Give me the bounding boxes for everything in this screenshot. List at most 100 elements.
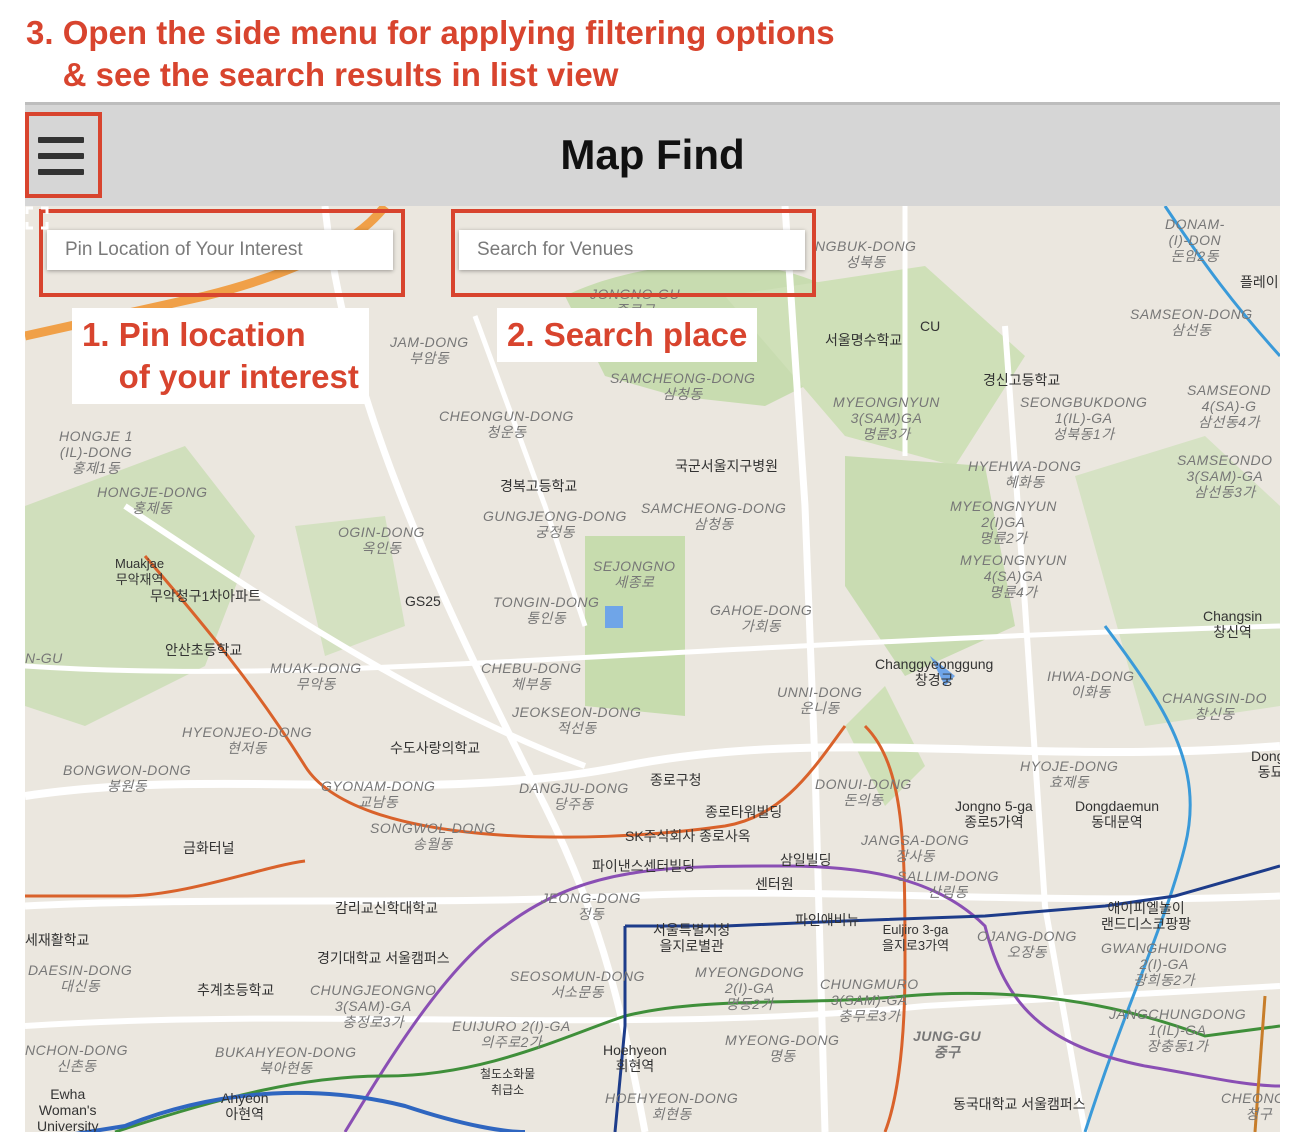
map-label: 세재활학교 — [25, 932, 90, 948]
map-label: Jongno 5-ga 종로5가역 — [955, 798, 1033, 830]
map-label: Changsin 창신역 — [1203, 608, 1263, 640]
map-label: Ewha Woman's University — [37, 1086, 99, 1132]
map-label: 감리교신학대학교 — [335, 900, 439, 916]
map-label: 금화터널 — [183, 840, 235, 856]
map-label: HOEHYEON-DONG 회현동 — [605, 1090, 739, 1122]
map-label: CHUNGMURO 3(SAM)-GA 충무로3가 — [820, 976, 919, 1024]
map-label: GWANGHUIDONG 2(I)-GA 광희동2가 — [1101, 940, 1228, 988]
map-label: SALLIM-DONG 산림동 — [897, 868, 999, 900]
map-label: 동국대학교 서울캠퍼스 — [953, 1096, 1086, 1112]
map-label: Muakjae 무악재역 — [115, 556, 165, 587]
map-label: GUNGJEONG-DONG 궁정동 — [483, 508, 627, 540]
map-label: CHEONGUN-DONG 청운동 — [439, 408, 574, 440]
map-label: 애이피엘놀이 랜드디스코팡팡 — [1101, 900, 1192, 932]
map-label: Changgyeonggung 창경궁 — [875, 656, 994, 688]
map-label: HONGJE-DONG 홍제동 — [97, 484, 208, 516]
map-label: 플레이 — [1240, 274, 1279, 290]
fullscreen-icon[interactable] — [25, 206, 49, 230]
pin-location-input[interactable] — [47, 230, 393, 270]
map-label: MYEONGNYUN 3(SAM)GA 명륜3가 — [833, 394, 940, 442]
map-label: IHWA-DONG 이화동 — [1047, 668, 1135, 700]
map-label: 무악청구1차아파트 — [150, 588, 261, 604]
map-label: DAESIN-DONG 대신동 — [28, 962, 133, 994]
map-label: SEJONGNO 세종로 — [593, 558, 676, 590]
map-label: JEONG-DONG 정동 — [541, 890, 641, 922]
map-label: DONUI-DONG 돈의동 — [815, 776, 912, 808]
map-label: N-GU — [25, 650, 63, 666]
app-bar: Map Find — [25, 102, 1280, 206]
map-view[interactable]: DONAM- (I)-DON 돈암2동 NGBUK-DONG 성북동 플레이 C… — [25, 206, 1280, 1132]
map-label: JAM-DONG 부암동 — [390, 334, 469, 366]
map-label: CU — [920, 318, 941, 334]
map-label: CHEONGG 청구 — [1221, 1090, 1280, 1122]
app-window: DONAM- (I)-DON 돈암2동 NGBUK-DONG 성북동 플레이 C… — [25, 102, 1280, 1132]
map-label: JEOKSEON-DONG 적선동 — [512, 704, 642, 736]
map-label: 수도사랑의학교 — [390, 740, 481, 756]
instruction-caption: 3. Open the side menu for applying filte… — [26, 14, 835, 93]
map-label: 추계초등학교 — [197, 982, 275, 998]
map-label: 서울특별시청 을지로별관 — [653, 922, 731, 954]
map-label: SEOSOMUN-DONG 서소문동 — [510, 968, 645, 1000]
map-label: SAMSEOND 4(SA)-G 삼선동4가 — [1187, 382, 1272, 430]
map-label: DONAM- (I)-DON 돈암2동 — [1165, 216, 1225, 264]
map-label: BUKAHYEON-DONG 북아현동 — [215, 1044, 357, 1076]
map-label: 철도소화물 취급소 — [480, 1067, 536, 1097]
map-label: DANGJU-DONG 당주동 — [519, 780, 629, 812]
map-label: CHANGSIN-DO 창신동 — [1162, 690, 1268, 722]
map-label: 국군서울지구병원 — [675, 458, 779, 474]
map-label: SAMSEON-DONG 삼선동 — [1130, 306, 1253, 338]
map-label: SAMCHEONG-DONG 삼청동 — [610, 370, 756, 402]
menu-highlight — [25, 112, 102, 198]
venue-search-input[interactable] — [459, 230, 805, 270]
map-label: EUIJURO 2(I)-GA 의주로2가 — [452, 1018, 571, 1050]
map-label: HYEONJEO-DONG 현저동 — [182, 724, 313, 756]
map-label: MYEONG-DONG 명동 — [725, 1032, 840, 1064]
map-label: Dongmy 동묘앞 — [1251, 748, 1280, 780]
map-label: Ahyeon 아현역 — [221, 1090, 269, 1122]
map-label: 삼일빌딩 — [780, 852, 832, 868]
map-label: SK주식회사 종로사옥 — [625, 828, 751, 844]
map-label: SAMSEONDO 3(SAM)-GA 삼선동3가 — [1177, 452, 1273, 500]
map-label: BONGWON-DONG 봉원동 — [63, 762, 192, 794]
map-label: 안산초등학교 — [165, 642, 243, 658]
map-label: JUNG-GU 중구 — [913, 1028, 982, 1060]
map-label: Dongdaemun 동대문역 — [1075, 798, 1160, 830]
map-label: 경기대학교 서울캠퍼스 — [317, 950, 450, 966]
map-label: JANGCHUNGDONG 1(IL)-GA 장충동1가 — [1109, 1006, 1247, 1054]
map-label: NGBUK-DONG 성북동 — [815, 238, 917, 270]
map-label: GS25 — [405, 593, 441, 609]
map-label: 파이낸스센터빌딩 — [592, 858, 696, 874]
search-callout: 2. Search place — [497, 308, 758, 362]
map-label: 종로타워빌딩 — [705, 804, 783, 820]
map-label: OJANG-DONG 오장동 — [977, 928, 1077, 960]
map-label: HYEHWA-DONG 혜화동 — [968, 458, 1082, 490]
map-label: 센터원 — [755, 876, 794, 892]
map-label: CHEBU-DONG 체부동 — [481, 660, 582, 692]
map-label: 서울명수학교 — [825, 332, 903, 348]
map-label: HYOJE-DONG 효제동 — [1020, 758, 1119, 790]
map-label: NCHON-DONG 신촌동 — [25, 1042, 128, 1074]
map-label: UNNI-DONG 운니동 — [777, 684, 863, 716]
map-label: Hoehyeon 회현역 — [603, 1042, 667, 1074]
map-label: MYEONGDONG 2(I)-GA 명동2가 — [695, 964, 805, 1012]
map-label: 경신고등학교 — [983, 372, 1061, 388]
map-label: 경복고등학교 — [500, 478, 578, 494]
map-label: SONGWOL-DONG 송월동 — [370, 820, 496, 852]
map-label: MYEONGNYUN 4(SA)GA 명륜4가 — [960, 552, 1067, 600]
map-label: MUAK-DONG 무악동 — [270, 660, 362, 692]
map-label: OGIN-DONG 옥인동 — [338, 524, 425, 556]
map-label: SAMCHEONG-DONG 삼청동 — [641, 500, 787, 532]
map-label: 종로구청 — [650, 772, 702, 788]
map-label: TONGIN-DONG 통인동 — [493, 594, 600, 626]
map-label: GYONAM-DONG 교남동 — [321, 778, 436, 810]
map-label: CHUNGJEONGNO 3(SAM)-GA 충정로3가 — [310, 982, 437, 1030]
map-label: 파인애비뉴 — [795, 912, 860, 928]
map-label: JANGSA-DONG 장사동 — [861, 832, 970, 864]
pin-callout: 1. Pin location of your interest — [72, 308, 369, 404]
map-label: MYEONGNYUN 2(I)GA 명륜2가 — [950, 498, 1057, 546]
map-label: Euljiro 3-ga 을지로3가역 — [882, 922, 950, 953]
map-label: HONGJE 1 (IL)-DONG 홍제1동 — [59, 428, 134, 476]
map-label: SEONGBUKDONG 1(IL)-GA 성북동1가 — [1020, 394, 1148, 442]
map-label: GAHOE-DONG 가회동 — [710, 602, 813, 634]
app-title: Map Find — [560, 131, 745, 178]
